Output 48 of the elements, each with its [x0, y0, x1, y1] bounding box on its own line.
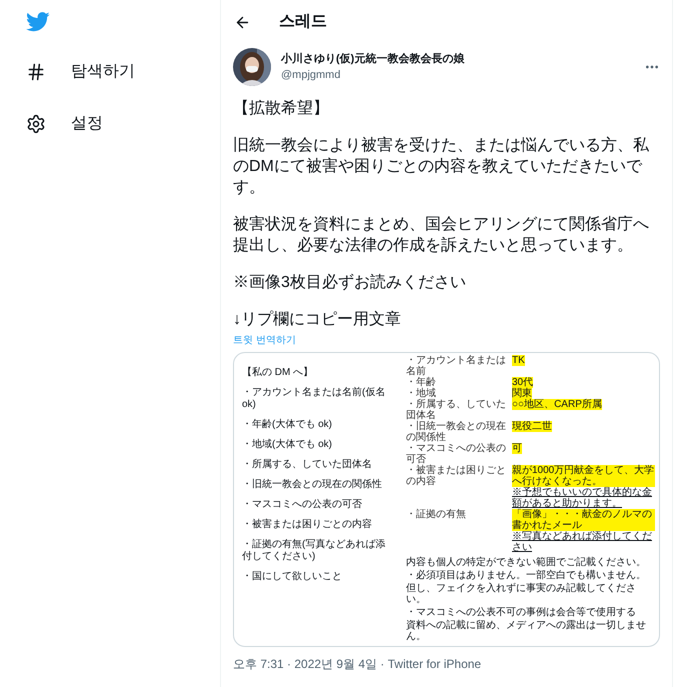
form-label: ・地域: [406, 388, 437, 399]
form-label: ・被害または困りごとの内容: [406, 465, 507, 489]
document-line: 但し、フェイクを入れずに事実のみ記載してください。: [406, 583, 637, 605]
tweet-text: ↓リプ欄にコピー用文章: [233, 310, 402, 330]
document-line: ・必須項目はありません。一部空白でも構いません。: [406, 570, 647, 581]
form-value: 30代: [512, 377, 534, 388]
header-title: 스레드: [279, 12, 327, 32]
author-name[interactable]: 小川さゆり(仮)元統一教会教会長の娘: [281, 50, 634, 67]
tweet-text: 被害状況を資料にまとめ、国会ヒアリングにて関係省庁へ提出し、必要な法律の作成を訴えたいと思っています。: [233, 214, 650, 256]
bird-logo-icon[interactable]: [26, 12, 50, 32]
form-value: 現役二世: [512, 421, 552, 432]
form-label: ・証拠の有無: [406, 509, 467, 522]
author-handle[interactable]: @mpjgmmd: [281, 67, 634, 84]
document-line: ・マスコミへの公表不可の事例は会合等で使用する: [406, 607, 637, 618]
document-line: ・地域(大体でも ok): [242, 439, 333, 451]
settings-icon: [26, 114, 46, 134]
form-value: 関東: [512, 388, 532, 399]
hashtag-icon: [26, 62, 46, 82]
document-line: ・被害または困りごとの内容: [242, 519, 373, 531]
sidebar-item[interactable]: 탐색하기: [26, 60, 220, 84]
sidebar-item[interactable]: 설정: [26, 112, 220, 136]
form-label: ・アカウント名または名前: [406, 355, 507, 377]
form-label: ・旧統一教会との現在の関係性: [406, 421, 507, 443]
tweet-timestamp[interactable]: 오후 7:31 · 2022년 9월 4일 · Twitter for iPhone: [233, 655, 660, 673]
document-line: ・マスコミへの公表の可否: [242, 499, 363, 511]
form-label: ・マスコミへの公表の可否: [406, 443, 507, 465]
form-value: 可: [512, 443, 522, 454]
tweet-text: 旧統一教会により被害を受けた、または悩んでいる方、私のDMにて被害や困りごとの内容を教えていただきたいです。: [233, 136, 650, 198]
form-note: ※予想でもいいので具体的な金額があると助かります。: [512, 487, 653, 509]
document-line: 内容も個人の特定ができない範囲でご記載ください。: [406, 557, 647, 568]
form-value: ○○地区、CARP所属: [512, 399, 602, 410]
form-value: 親が1000万円献金をして、大学へ行けなくなった。: [512, 465, 655, 487]
document-line: ・国にして欲しいこと: [242, 571, 343, 583]
attached-images[interactable]: [233, 352, 660, 647]
document-line: ・アカウント名または名前(仮名 ok): [242, 387, 386, 411]
form-value: 「画像」・・・献金のノルマの書かれたメール: [512, 509, 655, 531]
document-line: 資料への記載に留め、メディアへの露出は一切しません。: [406, 620, 647, 642]
form-label: ・所属する、していた団体名: [406, 399, 507, 421]
document-line: ・旧統一教会との現在の関係性: [242, 479, 383, 491]
document-line: ・証拠の有無(写真などあれば添付してください): [242, 539, 386, 563]
document-line: ・年齢(大体でも ok): [242, 419, 333, 431]
document-heading: 【私の DM へ】: [242, 367, 314, 379]
form-label: ・年齢: [406, 377, 437, 388]
tweet-text: 【拡散希望】: [233, 98, 330, 119]
tweet-text: ※画像3枚目必ずお読みください: [233, 272, 467, 293]
document-line: ・所属する、していた団体名: [242, 459, 373, 471]
form-note: ※写真などあれば添付してください: [512, 531, 653, 553]
form-value: TK: [512, 355, 525, 366]
